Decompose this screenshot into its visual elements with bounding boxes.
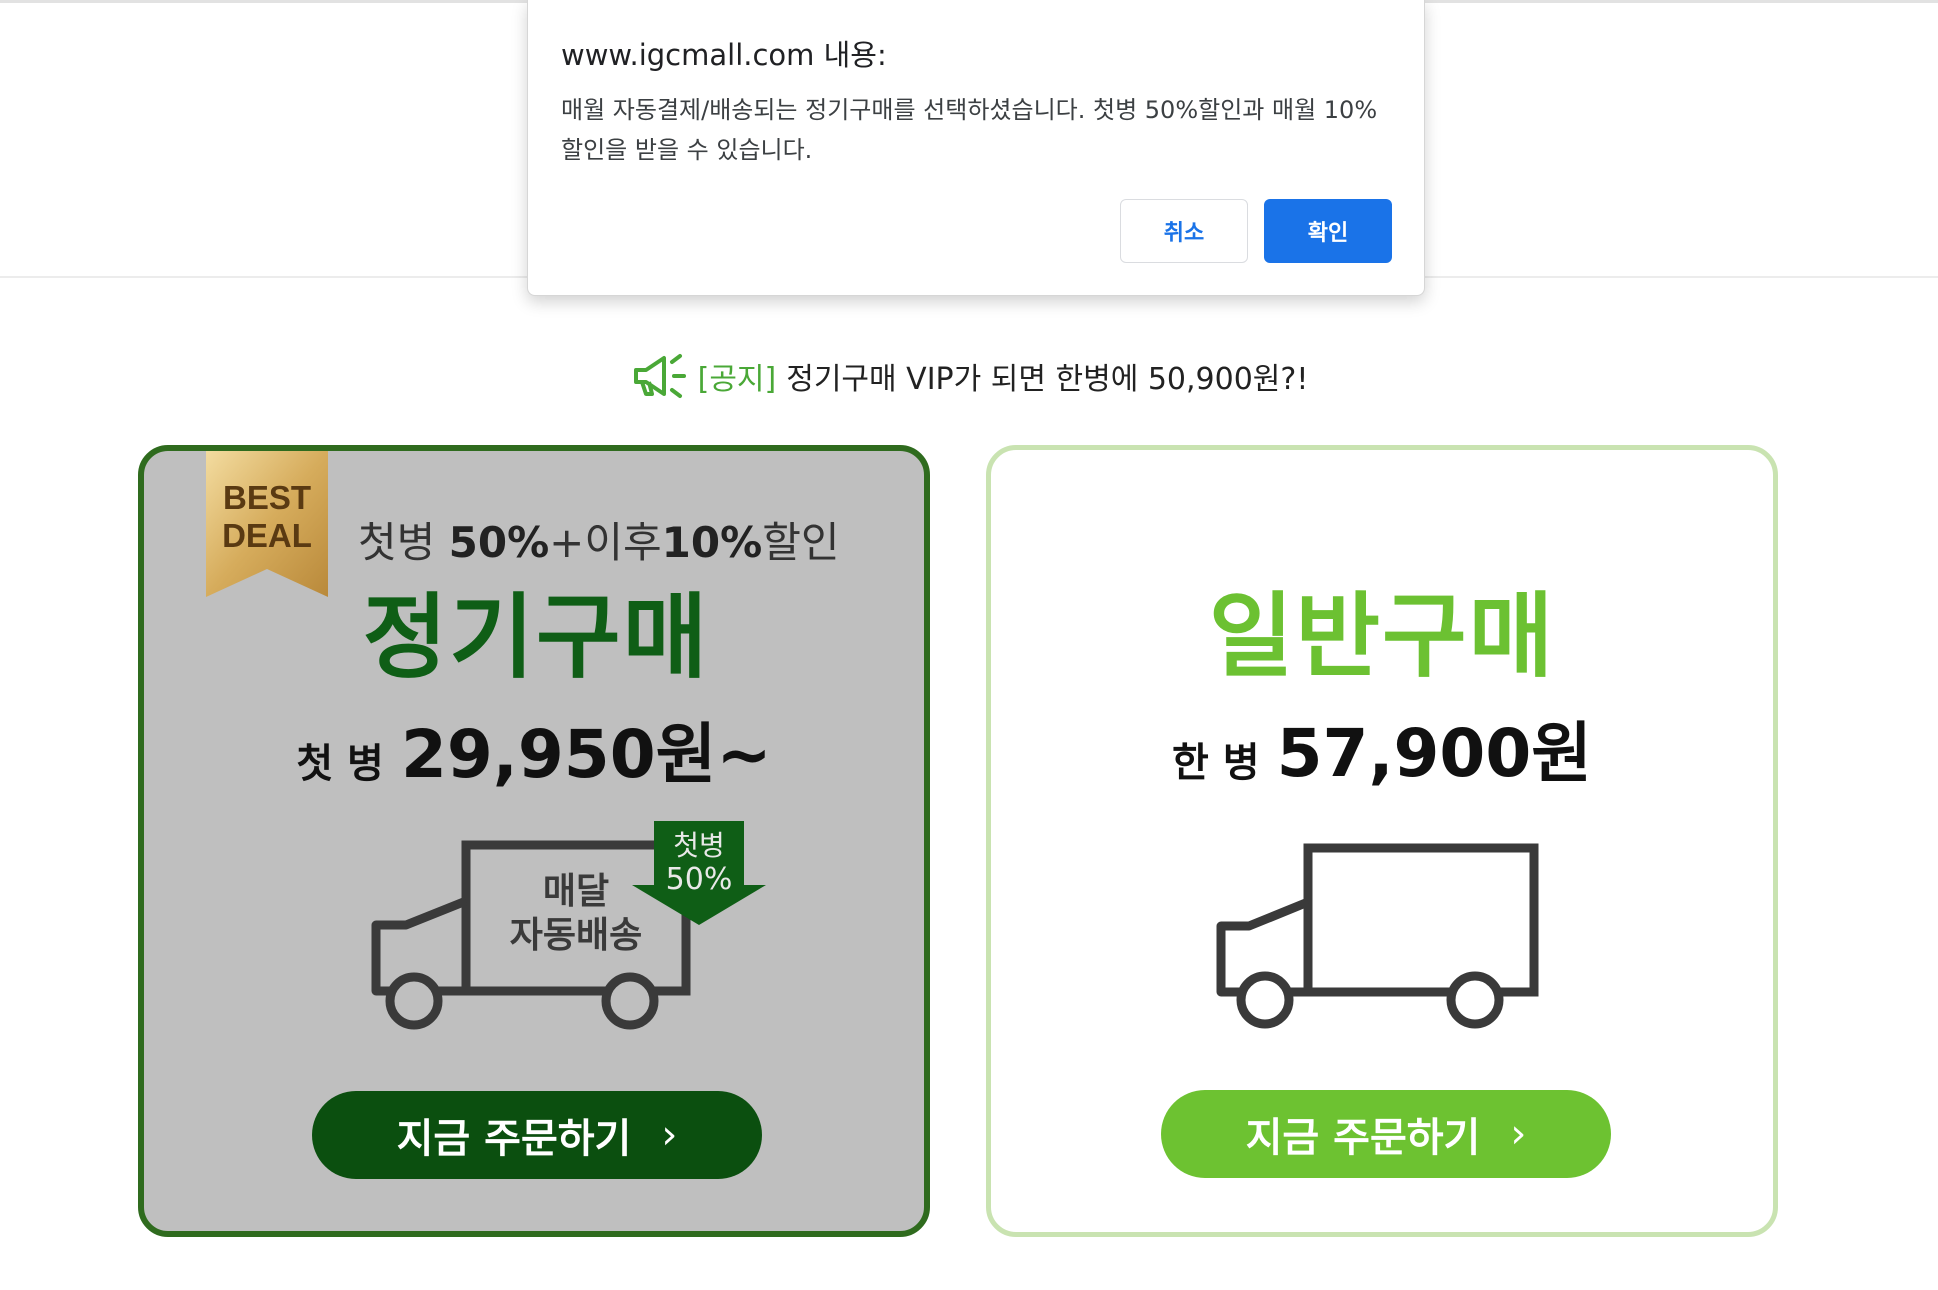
chevron-right-icon: › <box>661 1112 678 1158</box>
subscription-title: 정기구매 <box>362 584 710 691</box>
truck-icon: 매달 자동배송 첫병 50% <box>371 821 766 1030</box>
price-amount: 29,950원~ <box>400 716 772 793</box>
badge-line-2: DEAL <box>222 517 312 554</box>
subscription-order-button[interactable]: 지금 주문하기 › <box>312 1091 762 1179</box>
badge-line-1: BEST <box>222 479 311 516</box>
notice-tag: [공지] <box>697 362 777 397</box>
cta-label: 지금 주문하기 <box>396 1116 632 1162</box>
flag-line-1: 첫병 <box>673 829 725 862</box>
normal-title: 일반구매 <box>1208 583 1556 690</box>
ok-button[interactable]: 확인 <box>1264 199 1392 263</box>
cta-label: 지금 주문하기 <box>1245 1115 1481 1161</box>
chevron-right-icon: › <box>1510 1111 1527 1157</box>
cancel-button[interactable]: 취소 <box>1120 199 1248 263</box>
normal-order-button[interactable]: 지금 주문하기 › <box>1161 1090 1611 1178</box>
price-prefix: 첫 병 <box>296 741 384 787</box>
dialog-message: 매월 자동결제/배송되는 정기구매를 선택하셨습니다. 첫병 50%할인과 매월… <box>561 96 1378 164</box>
headline-second-discount: 10% <box>661 518 763 567</box>
normal-purchase-card[interactable]: 일반구매 한 병 57,900원 지금 주문하기 › <box>986 445 1778 1237</box>
truck-label-2: 자동배송 <box>510 915 642 956</box>
headline-suffix: 할인 <box>762 518 840 567</box>
truck-icon <box>1216 843 1539 1029</box>
best-deal-badge: BEST DEAL <box>206 479 328 555</box>
megaphone-icon <box>633 354 686 398</box>
notice-bar[interactable]: [공지] 정기구매 VIP가 되면 한병에 50,900원?! <box>0 352 1938 400</box>
price-prefix: 한 병 <box>1171 740 1260 786</box>
price-amount: 57,900원 <box>1276 715 1593 792</box>
flag-line-2: 50% <box>666 862 733 897</box>
subscription-card[interactable]: BEST DEAL 첫병 50%+이후10%할인 정기구매 첫 병 29,950… <box>138 445 930 1237</box>
page: [공지] 정기구매 VIP가 되면 한병에 50,900원?! BEST DEA… <box>0 0 1938 1290</box>
discount-headline: 첫병 50%+이후10%할인 <box>358 509 839 570</box>
headline-first-discount: 50% <box>448 518 550 567</box>
normal-price: 한 병 57,900원 <box>991 700 1773 796</box>
dialog-title: www.igcmall.com 내용: <box>561 38 887 72</box>
headline-mid: +이후 <box>549 518 662 567</box>
confirm-dialog: www.igcmall.com 내용: 매월 자동결제/배송되는 정기구매를 선… <box>527 0 1425 296</box>
truck-label-1: 매달 <box>543 871 609 912</box>
subscription-price: 첫 병 29,950원~ <box>144 701 924 797</box>
headline-prefix: 첫병 <box>358 518 436 567</box>
notice-text: 정기구매 VIP가 되면 한병에 50,900원?! <box>786 362 1309 397</box>
